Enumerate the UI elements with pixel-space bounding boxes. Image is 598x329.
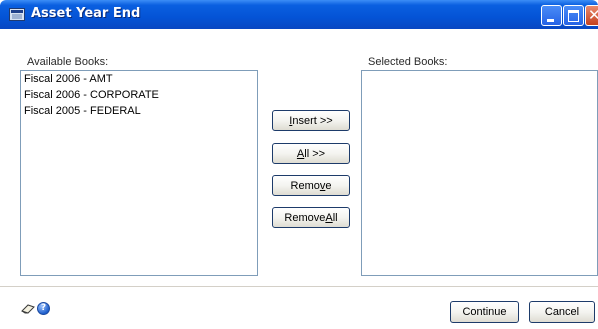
selected-books-list[interactable]	[361, 70, 598, 276]
remove-button[interactable]: Remo v e	[272, 175, 350, 196]
title-bar[interactable]: Asset Year End ✕	[0, 0, 598, 29]
window-title: Asset Year End	[31, 6, 141, 21]
remove-all-button[interactable]: Remove All	[272, 207, 350, 228]
list-item[interactable]: Fiscal 2006 - CORPORATE	[24, 89, 159, 101]
window-app-icon[interactable]	[9, 8, 25, 21]
selected-books-label: Selected Books:	[368, 56, 448, 68]
insert-button[interactable]: Insert >>	[272, 110, 350, 131]
cancel-button[interactable]: Cancel	[529, 301, 595, 323]
close-button[interactable]: ✕	[585, 5, 598, 26]
close-icon: ✕	[588, 7, 598, 24]
continue-button[interactable]: Continue	[450, 301, 519, 323]
available-books-list[interactable]: Fiscal 2006 - AMT Fiscal 2006 - CORPORAT…	[20, 70, 258, 276]
minimize-button[interactable]	[541, 5, 562, 26]
maximize-button[interactable]	[563, 5, 584, 26]
note-icon[interactable]	[20, 304, 36, 314]
dialog-body: Available Books: Fiscal 2006 - AMT Fisca…	[0, 29, 598, 329]
footer-divider	[0, 286, 598, 287]
help-icon[interactable]: ?	[37, 302, 50, 315]
list-item[interactable]: Fiscal 2006 - AMT	[24, 73, 113, 85]
insert-all-button[interactable]: All >>	[272, 143, 350, 164]
available-books-label: Available Books:	[27, 56, 109, 68]
list-item[interactable]: Fiscal 2005 - FEDERAL	[24, 105, 141, 117]
